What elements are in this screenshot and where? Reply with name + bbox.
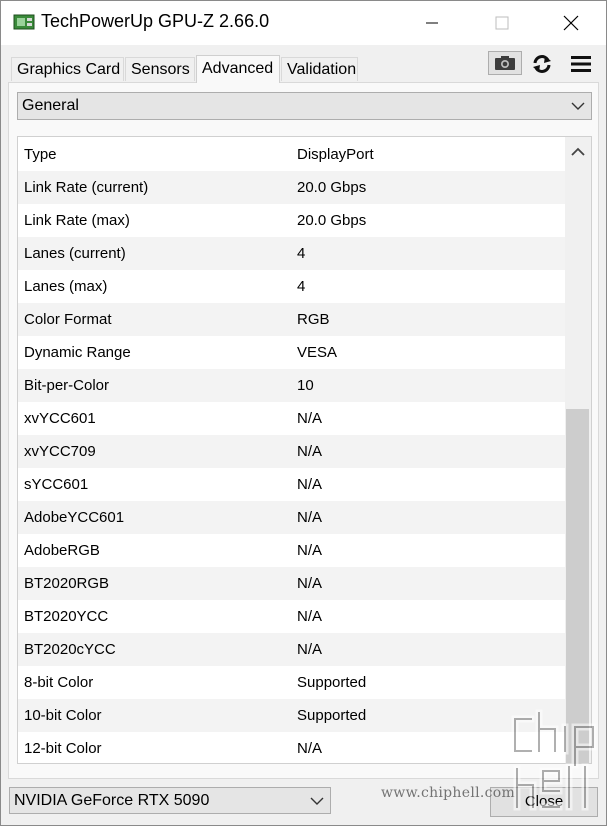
row-key: xvYCC709 [24,443,96,460]
row-value: 4 [297,245,306,262]
row-key: Color Format [24,311,112,328]
row-value: N/A [297,575,323,592]
table-row[interactable]: Lanes (max) 4 [18,270,565,303]
row-key: Lanes (max) [24,278,108,295]
title-bar[interactable]: TechPowerUp GPU-Z 2.66.0 [1,1,606,45]
row-value: N/A [297,608,323,625]
row-value: 20.0 Gbps [297,179,367,196]
row-key: Link Rate (max) [24,212,130,229]
row-key: 8-bit Color [24,674,94,691]
chiphell-watermark-logo [511,709,597,811]
refresh-icon[interactable] [531,53,553,75]
row-value: 4 [297,278,306,295]
row-value: N/A [297,542,323,559]
screenshot-button[interactable] [488,51,522,75]
row-key: Dynamic Range [24,344,131,361]
hamburger-menu-icon[interactable] [570,55,592,73]
row-key: 12-bit Color [24,740,102,757]
camera-icon [495,56,515,70]
row-value: 10 [297,377,314,394]
table-row[interactable]: BT2020cYCC N/A [18,633,565,666]
row-key: Type [24,146,57,163]
table-row[interactable]: Link Rate (current) 20.0 Gbps [18,171,565,204]
chevron-down-icon [571,102,585,110]
table-row[interactable]: xvYCC709 N/A [18,435,565,468]
table-row[interactable]: AdobeYCC601 N/A [18,501,565,534]
row-key: sYCC601 [24,476,89,493]
window-title: TechPowerUp GPU-Z 2.66.0 [41,11,270,31]
tab-sensors[interactable]: Sensors [125,57,195,81]
row-value: DisplayPort [297,146,374,163]
close-icon [563,15,579,31]
table-row[interactable]: Lanes (current) 4 [18,237,565,270]
table-row[interactable]: Link Rate (max) 20.0 Gbps [18,204,565,237]
table-row[interactable]: Type DisplayPort [18,138,565,171]
minimize-icon [426,22,438,24]
table-row[interactable]: Dynamic Range VESA [18,336,565,369]
table-row[interactable]: AdobeRGB N/A [18,534,565,567]
table-row[interactable]: BT2020RGB N/A [18,567,565,600]
section-dropdown[interactable]: General [17,92,592,120]
row-key: Bit-per-Color [24,377,110,394]
row-value: Supported [297,674,367,691]
chevron-up-icon [571,147,585,156]
row-value: N/A [297,410,323,427]
row-key: 10-bit Color [24,707,102,724]
row-value: VESA [297,344,338,361]
gpu-select-value: NVIDIA GeForce RTX 5090 [14,792,210,809]
properties-list[interactable]: Type DisplayPort Link Rate (current) 20.0 G… [17,136,592,764]
table-row[interactable]: sYCC601 N/A [18,468,565,501]
tab-graphics-card[interactable]: Graphics Card [11,57,124,81]
table-row[interactable]: xvYCC601 N/A [18,402,565,435]
minimize-button[interactable] [397,1,467,45]
row-value: N/A [297,740,323,757]
maximize-icon [495,16,509,30]
table-row[interactable]: 10-bit Color Supported [18,699,565,732]
row-key: Link Rate (current) [24,179,149,196]
table-row[interactable]: BT2020YCC N/A [18,600,565,633]
tab-advanced[interactable]: Advanced [196,55,280,83]
row-key: BT2020RGB [24,575,110,592]
close-window-button[interactable] [536,1,606,45]
table-row[interactable]: Color Format RGB [18,303,565,336]
maximize-button[interactable] [467,1,537,45]
row-key: xvYCC601 [24,410,96,427]
table-row[interactable]: 12-bit Color N/A [18,732,565,763]
chevron-down-icon [310,797,324,805]
row-key: BT2020YCC [24,608,109,625]
gpu-card-icon [13,14,35,30]
row-value: Supported [297,707,367,724]
row-key: AdobeRGB [24,542,100,559]
table-row[interactable]: Bit-per-Color 10 [18,369,565,402]
row-key: BT2020cYCC [24,641,116,658]
row-value: RGB [297,311,330,328]
table-row[interactable]: 8-bit Color Supported [18,666,565,699]
row-value: N/A [297,641,323,658]
row-key: AdobeYCC601 [24,509,125,526]
scroll-up-button[interactable] [565,137,591,167]
gpuz-window: TechPowerUp GPU-Z 2.66.0 Graphics Card S… [0,0,607,826]
section-dropdown-value: General [22,97,79,114]
watermark-url: www.chiphell.com [381,785,516,801]
row-key: Lanes (current) [24,245,126,262]
tab-validation[interactable]: Validation [281,57,358,81]
row-value: N/A [297,509,323,526]
gpu-select-dropdown[interactable]: NVIDIA GeForce RTX 5090 [9,787,331,814]
row-value: N/A [297,476,323,493]
row-value: 20.0 Gbps [297,212,367,229]
vertical-scrollbar[interactable] [565,137,591,763]
row-value: N/A [297,443,323,460]
